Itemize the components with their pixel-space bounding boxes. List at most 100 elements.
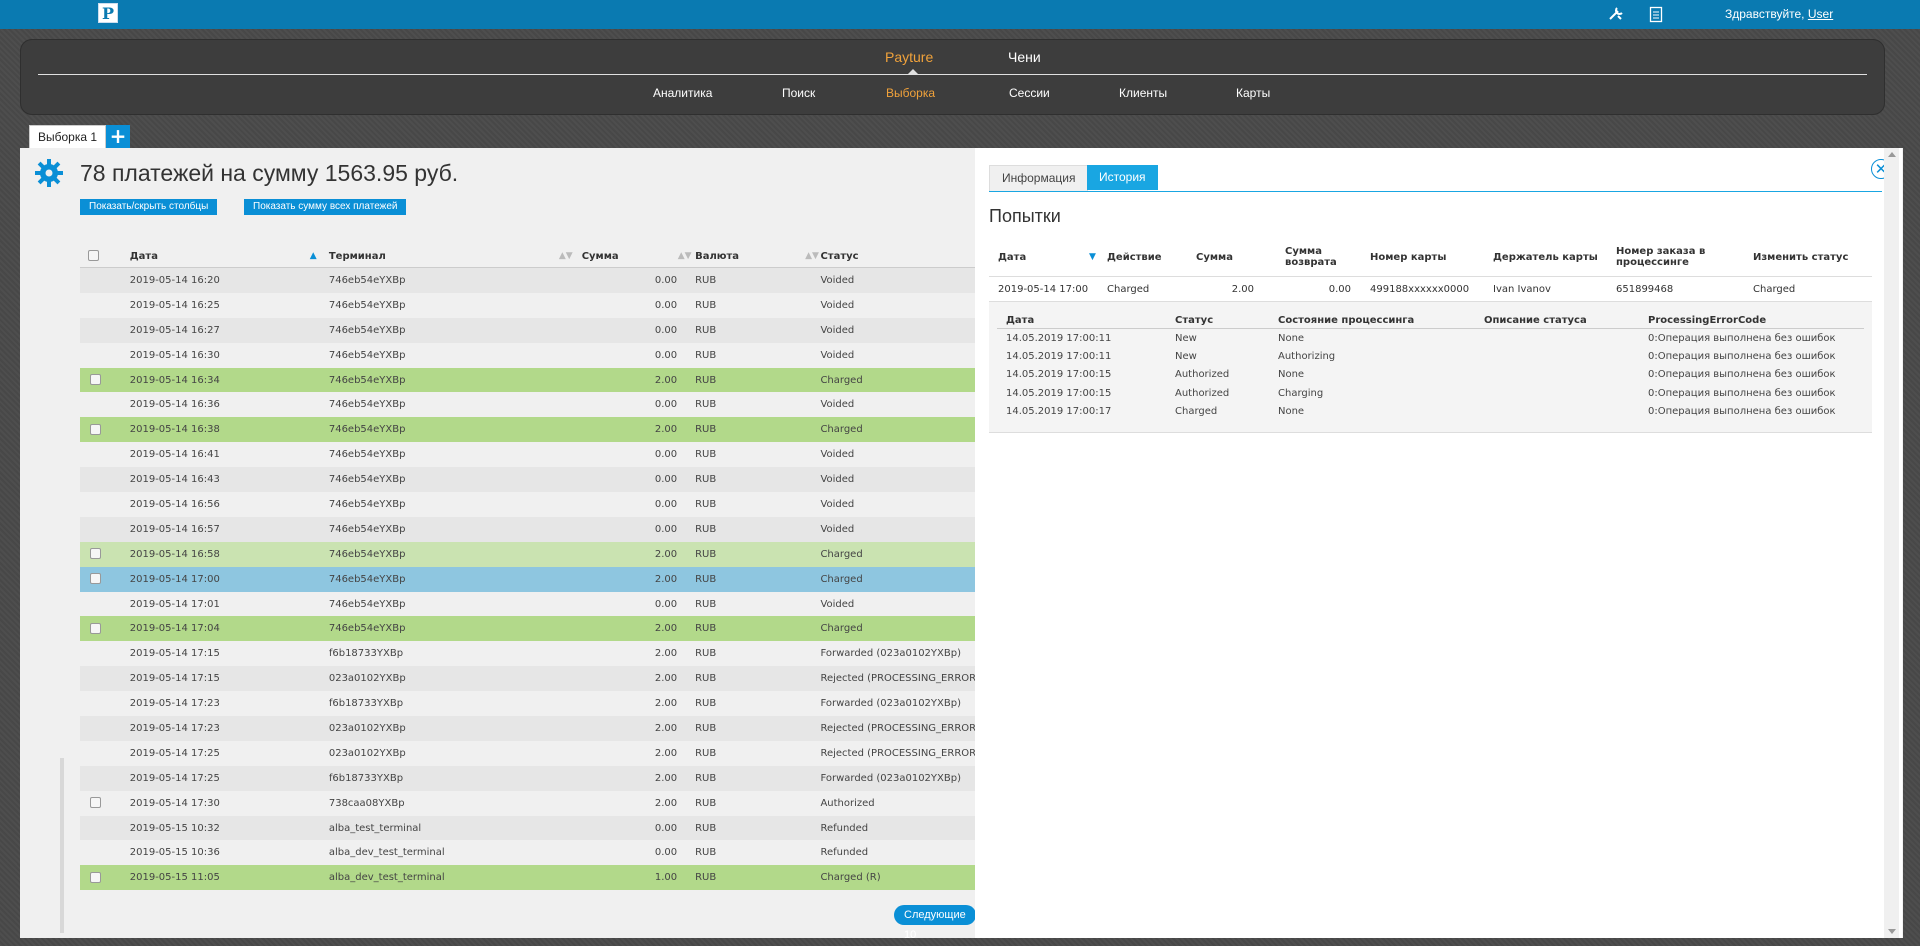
col-status[interactable]: Статус: [820, 245, 980, 268]
table-row[interactable]: 2019-05-14 17:23 f6b18733YXBp 2.00 RUB Forwa…: [80, 691, 980, 717]
nav-sub-search[interactable]: Поиск: [782, 86, 815, 100]
sort-arrow-icon[interactable]: ▲▼: [559, 251, 573, 261]
status-cell: Voided: [820, 392, 980, 418]
tab-information[interactable]: Информация: [989, 165, 1089, 191]
table-row[interactable]: 2019-05-14 17:01 746eb54eYXBp 0.00 RUB Voide…: [80, 591, 980, 617]
scrollbar[interactable]: [1884, 148, 1899, 938]
date-cell: 2019-05-14 16:34: [129, 367, 329, 393]
scroll-up-icon[interactable]: [1888, 152, 1896, 157]
att-col-order[interactable]: Номер заказа в процессинге: [1607, 238, 1744, 277]
table-row[interactable]: 2019-05-14 16:43 746eb54eYXBp 0.00 RUB Voide…: [80, 467, 980, 493]
table-row[interactable]: 2019-05-15 10:32 alba_test_terminal 0.00 RU…: [80, 815, 980, 841]
logo-icon[interactable]: P: [98, 3, 118, 23]
col-date[interactable]: Дата ▲: [129, 245, 329, 268]
col-amount[interactable]: Сумма ▲▼: [581, 245, 696, 268]
sort-arrow-icon[interactable]: ▲: [310, 251, 317, 261]
nav-sub-sessions[interactable]: Сессии: [1009, 86, 1050, 100]
table-row[interactable]: 2019-05-14 16:57 746eb54eYXBp 0.00 RUB Voide…: [80, 516, 980, 542]
col-currency[interactable]: Валюта ▲▼: [695, 245, 821, 268]
history-cell: 0:Операция выполнена без ошибок: [1648, 369, 1836, 381]
row-checkbox[interactable]: [90, 424, 101, 436]
status-cell: Rejected (PROCESSING_ERROR): [820, 666, 980, 692]
tab-selection-1[interactable]: Выборка 1: [29, 125, 107, 149]
greeting-text: Здравствуйте,: [1725, 7, 1805, 21]
row-checkbox[interactable]: [90, 872, 101, 884]
att-col-amount[interactable]: Сумма: [1187, 238, 1276, 277]
row-select-cell: [80, 815, 130, 841]
table-row[interactable]: 2019-05-14 17:25 f6b18733YXBp 2.00 RUB Forwa…: [80, 765, 980, 791]
row-select-cell: [80, 267, 130, 293]
amount-cell: 2.00: [581, 716, 696, 741]
row-select-cell: [80, 492, 130, 517]
currency-cell: RUB: [695, 691, 821, 717]
sort-arrow-icon[interactable]: ▲▼: [678, 251, 692, 261]
select-all-checkbox[interactable]: [88, 250, 99, 262]
scroll-down-icon[interactable]: [1888, 929, 1896, 934]
att-col-change[interactable]: Изменить статус: [1744, 238, 1872, 277]
show-total-sum-button[interactable]: Показать сумму всех платежей: [244, 199, 407, 215]
attempts-table: Дата ▼ Действие Сумма Сумма возврата Ном…: [989, 238, 1872, 434]
amount-cell: 2.00: [581, 740, 696, 766]
row-checkbox[interactable]: [90, 623, 101, 635]
table-row[interactable]: 2019-05-14 17:23 023a0102YXBp 2.00 RUB Rejec…: [80, 716, 980, 741]
clipboard-icon[interactable]: [1647, 5, 1665, 23]
table-row[interactable]: 2019-05-14 16:41 746eb54eYXBp 0.00 RUB Voide…: [80, 442, 980, 468]
table-row[interactable]: 2019-05-14 16:30 746eb54eYXBp 0.00 RUB Voide…: [80, 342, 980, 368]
plus-icon[interactable]: +: [106, 125, 130, 148]
nav-sub-analytics[interactable]: Аналитика: [653, 86, 712, 100]
att-col-holder[interactable]: Держатель карты: [1484, 238, 1607, 277]
table-row[interactable]: 2019-05-14 17:25 023a0102YXBp 2.00 RUB Rejec…: [80, 740, 980, 766]
row-checkbox[interactable]: [90, 797, 101, 809]
nav-top-payture[interactable]: Payture: [885, 49, 933, 65]
table-row[interactable]: 2019-05-14 16:56 746eb54eYXBp 0.00 RUB Voide…: [80, 492, 980, 517]
nav-sub-selection[interactable]: Выборка: [886, 86, 935, 100]
cell: 0.00: [1276, 276, 1361, 302]
table-row[interactable]: 2019-05-14 16:20 746eb54eYXBp 0.00 RUB Voide…: [80, 267, 980, 293]
table-row[interactable]: 2019-05-15 10:36 alba_dev_test_terminal 0.…: [80, 840, 980, 866]
table-row[interactable]: 2019-05-14 16:36 746eb54eYXBp 0.00 RUB Voide…: [80, 392, 980, 418]
table-row[interactable]: 2019-05-14 16:34 746eb54eYXBp 2.00 RUB Charg…: [80, 367, 980, 393]
sort-arrow-icon[interactable]: ▲▼: [805, 251, 819, 261]
row-checkbox[interactable]: [90, 548, 101, 560]
att-col-refund[interactable]: Сумма возврата: [1276, 238, 1361, 277]
sort-arrow-icon[interactable]: ▼: [1089, 252, 1096, 262]
tab-history[interactable]: История: [1087, 165, 1158, 190]
attempt-row[interactable]: 2019-05-14 17:00 Charged 2.00 0.00 49918…: [989, 276, 1872, 302]
nav-sub-clients[interactable]: Клиенты: [1119, 86, 1167, 100]
nav-top-cheni[interactable]: Чени: [1008, 49, 1041, 65]
top-bar: P Здравствуйте, User: [0, 0, 1920, 29]
table-row[interactable]: 2019-05-14 16:38 746eb54eYXBp 2.00 RUB Charg…: [80, 417, 980, 443]
table-row[interactable]: 2019-05-14 17:00 746eb54eYXBp 2.00 RUB Charg…: [80, 566, 980, 592]
next-page-button[interactable]: Следующие 10: [894, 905, 976, 941]
att-col-date[interactable]: Дата ▼: [989, 238, 1098, 277]
table-row[interactable]: 2019-05-14 17:15 f6b18733YXBp 2.00 RUB Forwa…: [80, 641, 980, 667]
terminal-cell: alba_dev_test_terminal: [328, 840, 582, 866]
cell: 499188xxxxxx0000: [1361, 276, 1484, 302]
change-status-cell[interactable]: Charged: [1744, 276, 1872, 302]
row-checkbox[interactable]: [90, 573, 101, 585]
amount-cell: 2.00: [581, 691, 696, 717]
attempt-history: Дата Статус Состояние процессинга Описан…: [989, 302, 1872, 434]
table-row[interactable]: 2019-05-14 17:15 023a0102YXBp 2.00 RUB Rejec…: [80, 666, 980, 692]
currency-cell: RUB: [695, 616, 821, 642]
col-terminal[interactable]: Терминал ▲▼: [328, 245, 582, 268]
att-col-card[interactable]: Номер карты: [1361, 238, 1484, 277]
table-row[interactable]: 2019-05-15 11:05 alba_dev_test_terminal 1.…: [80, 865, 980, 891]
user-link[interactable]: User: [1808, 7, 1833, 21]
table-row[interactable]: 2019-05-14 17:04 746eb54eYXBp 2.00 RUB Charg…: [80, 616, 980, 642]
tools-icon[interactable]: [1607, 5, 1625, 23]
table-row[interactable]: 2019-05-14 16:58 746eb54eYXBp 2.00 RUB Charg…: [80, 541, 980, 567]
row-checkbox[interactable]: [90, 374, 101, 386]
toggle-columns-button[interactable]: Показать/скрыть столбцы: [80, 199, 218, 215]
table-row[interactable]: 2019-05-14 16:27 746eb54eYXBp 0.00 RUB Voide…: [80, 317, 980, 343]
att-col-action[interactable]: Действие: [1098, 238, 1187, 277]
nav-sub-cards[interactable]: Карты: [1236, 86, 1270, 100]
history-cell: [1475, 384, 1639, 402]
cell: Ivan Ivanov: [1484, 276, 1607, 302]
currency-cell: RUB: [695, 566, 821, 592]
table-row[interactable]: 2019-05-14 17:30 738caa08YXBp 2.00 RUB Autho…: [80, 790, 980, 816]
gear-icon[interactable]: [34, 158, 64, 188]
status-cell: Voided: [820, 516, 980, 542]
table-row[interactable]: 2019-05-14 16:25 746eb54eYXBp 0.00 RUB Voide…: [80, 292, 980, 318]
history-cell: [1475, 402, 1639, 420]
